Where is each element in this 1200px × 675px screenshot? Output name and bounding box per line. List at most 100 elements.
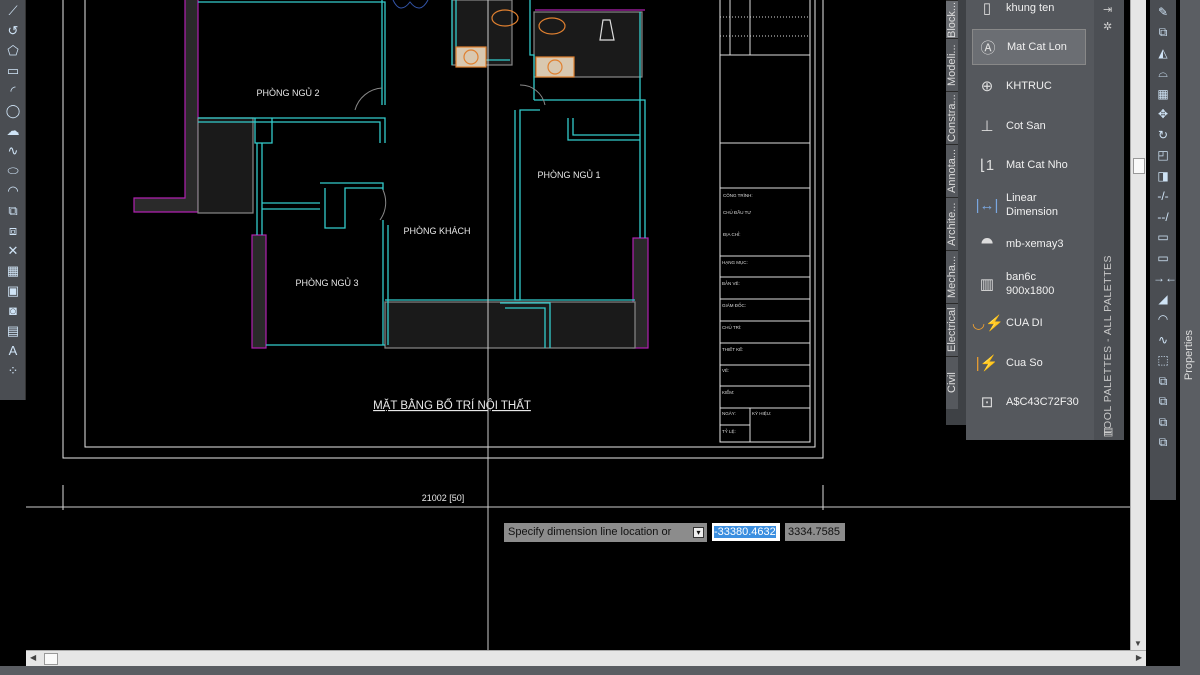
ellipse-arc-icon[interactable]: ◠ bbox=[3, 182, 23, 200]
palette-items: ▯ khung ten Ⓐ Mat Cat Lon ⊕ KHTRUC ⊥ Cot San… bbox=[966, 0, 1094, 440]
room-label: PHÒNG NGỦ 2 bbox=[256, 87, 319, 98]
blend-icon[interactable]: ∿ bbox=[1153, 331, 1173, 349]
draw-order-back-icon[interactable]: ⧉ bbox=[1153, 392, 1173, 410]
break-at-point-icon[interactable]: ▭ bbox=[1153, 249, 1173, 267]
polygon-icon[interactable]: ⬠ bbox=[3, 42, 23, 60]
item-label: mb-xemay3 bbox=[1006, 238, 1064, 250]
palette-item-block[interactable]: ⊡ A$C43C72F30 bbox=[972, 384, 1086, 420]
explode-icon[interactable]: ⬚ bbox=[1153, 351, 1173, 369]
palette-tabs: Block... Modeli... Constra... Annota... … bbox=[946, 0, 966, 425]
palette-item-cua-so[interactable]: |⚡ Cua So bbox=[972, 345, 1086, 381]
palette-item-ban6c[interactable]: ▥ ban6c 900x1800 bbox=[972, 266, 1086, 302]
bring-above-icon[interactable]: ⧉ bbox=[1153, 413, 1173, 431]
tab-annotation[interactable]: Annota... bbox=[946, 144, 958, 197]
item-label: Linear Dimension bbox=[1006, 192, 1058, 218]
palette-item-cot-san[interactable]: ⊥ Cot San bbox=[972, 108, 1086, 144]
palette-item-cua-di[interactable]: ◡⚡ CUA DI bbox=[972, 305, 1086, 341]
fillet-icon[interactable]: ◠ bbox=[1153, 310, 1173, 328]
palette-titlebar[interactable]: ⇥ ✲ TOOL PALETTES - ALL PALETTES ▤ bbox=[1094, 0, 1124, 440]
scroll-thumb[interactable] bbox=[44, 653, 58, 665]
offset-icon[interactable]: ⌓ bbox=[1153, 64, 1173, 82]
vertical-scrollbar[interactable]: ▼ bbox=[1130, 0, 1146, 650]
draw-toolbar: ⟋ ↺ ⬠ ▭ ◜ ◯ ☁ ∿ ⬭ ◠ ⧉ ⧈ ✕ ▦ ▣ ◙ ▤ A ⁘ bbox=[0, 0, 26, 400]
frame-icon: ▯ bbox=[982, 0, 992, 17]
x-value: -33380.4632 bbox=[714, 526, 776, 538]
label-ban-ve: BẢN VẼ: bbox=[722, 280, 740, 286]
stretch-icon[interactable]: ◨ bbox=[1153, 167, 1173, 185]
label-dia-chi: ĐỊA CHỈ: bbox=[723, 231, 741, 237]
arc-icon[interactable]: ◜ bbox=[3, 82, 23, 100]
tab-electrical[interactable]: Electrical bbox=[946, 303, 958, 356]
palette-menu-icon[interactable]: ▤ bbox=[1103, 425, 1113, 438]
horizontal-scrollbar[interactable]: ◀ ▶ bbox=[26, 650, 1146, 666]
gradient-icon[interactable]: ▣ bbox=[3, 282, 23, 300]
door-icon: ◡⚡ bbox=[972, 315, 1004, 332]
palette-item-linear-dimension[interactable]: |↔| Linear Dimension bbox=[972, 187, 1086, 223]
pin-icon[interactable]: ⇥ bbox=[1103, 3, 1112, 16]
join-icon[interactable]: →← bbox=[1153, 269, 1177, 287]
scroll-right-icon[interactable]: ▶ bbox=[1136, 653, 1142, 662]
table-icon[interactable]: ▤ bbox=[3, 322, 23, 340]
line-icon[interactable]: ⟋ bbox=[3, 2, 23, 20]
add-selected-icon[interactable]: ⁘ bbox=[3, 362, 23, 380]
tab-mechanical[interactable]: Mecha... bbox=[946, 250, 958, 303]
item-label: ban6c 900x1800 bbox=[1006, 271, 1055, 297]
palette-item-mat-cat-lon[interactable]: Ⓐ Mat Cat Lon bbox=[972, 29, 1086, 65]
scale-icon[interactable]: ◰ bbox=[1153, 146, 1173, 164]
y-coordinate-input[interactable]: 3334.7585 bbox=[785, 523, 845, 541]
point-icon[interactable]: ✕ bbox=[3, 242, 23, 260]
copy-icon[interactable]: ⧉ bbox=[1153, 23, 1173, 41]
prompt-text: Specify dimension line location or bbox=[508, 526, 672, 538]
spline-icon[interactable]: ∿ bbox=[3, 142, 23, 160]
text-icon[interactable]: A bbox=[3, 342, 23, 360]
chamfer-icon[interactable]: ◢ bbox=[1153, 290, 1173, 308]
scroll-thumb[interactable] bbox=[1133, 158, 1145, 174]
break-icon[interactable]: ▭ bbox=[1153, 228, 1173, 246]
tab-block[interactable]: Block... bbox=[946, 0, 958, 38]
ellipse-icon[interactable]: ⬭ bbox=[3, 162, 23, 180]
label-giam-doc: GIÁM ĐỐC: bbox=[722, 302, 746, 308]
hatch-icon[interactable]: ▦ bbox=[3, 262, 23, 280]
room-label: PHÒNG NGỦ 1 bbox=[537, 169, 600, 180]
revcloud-icon[interactable]: ☁ bbox=[3, 122, 23, 140]
scroll-down-icon[interactable]: ▼ bbox=[1134, 639, 1142, 648]
title-block bbox=[720, 0, 810, 442]
motorbike-icon: ⯊ bbox=[981, 235, 993, 253]
item-label: Mat Cat Lon bbox=[1007, 41, 1067, 53]
palette-title: TOOL PALETTES - ALL PALETTES bbox=[1102, 255, 1114, 436]
tab-civil[interactable]: Civil bbox=[946, 356, 958, 409]
region-icon[interactable]: ◙ bbox=[3, 302, 23, 320]
table-icon: ▥ bbox=[979, 276, 995, 293]
move-icon[interactable]: ✥ bbox=[1153, 105, 1173, 123]
draw-order-front-icon[interactable]: ⧉ bbox=[1153, 372, 1173, 390]
palette-item-mat-cat-nho[interactable]: ⌊1 Mat Cat Nho bbox=[972, 147, 1086, 183]
options-down-icon[interactable]: ▾ bbox=[693, 527, 704, 538]
settings-icon[interactable]: ✲ bbox=[1103, 20, 1112, 33]
linear-dimension-icon: |↔| bbox=[975, 196, 999, 214]
erase-icon[interactable]: ✎ bbox=[1153, 3, 1173, 21]
palette-item-khtruc[interactable]: ⊕ KHTRUC bbox=[972, 68, 1086, 104]
trim-icon[interactable]: -/- bbox=[1153, 187, 1173, 205]
properties-panel-tab[interactable]: Properties bbox=[1180, 0, 1200, 675]
scroll-left-icon[interactable]: ◀ bbox=[30, 653, 36, 662]
item-label: Cua So bbox=[1006, 357, 1043, 369]
polyline-icon[interactable]: ↺ bbox=[3, 22, 23, 40]
tab-architectural[interactable]: Archite... bbox=[946, 197, 958, 250]
tab-constraints[interactable]: Constra... bbox=[946, 91, 958, 144]
title-block-labels: CÔNG TRÌNH: CHỦ ĐẦU TƯ ĐỊA CHỈ: HẠNG MỤC… bbox=[722, 192, 771, 434]
palette-item-mb-xemay3[interactable]: ⯊ mb-xemay3 bbox=[972, 226, 1086, 262]
item-label: Mat Cat Nho bbox=[1006, 159, 1068, 171]
x-coordinate-input[interactable]: -33380.4632 bbox=[712, 523, 780, 541]
tab-modeling[interactable]: Modeli... bbox=[946, 38, 958, 91]
rectangle-icon[interactable]: ▭ bbox=[3, 62, 23, 80]
array-icon[interactable]: ▦ bbox=[1153, 85, 1173, 103]
mirror-icon[interactable]: ◭ bbox=[1153, 44, 1173, 62]
extend-icon[interactable]: --/ bbox=[1153, 208, 1173, 226]
rotate-icon[interactable]: ↻ bbox=[1153, 126, 1173, 144]
circle-icon[interactable]: ◯ bbox=[3, 102, 23, 120]
insert-block-icon[interactable]: ⧉ bbox=[3, 202, 23, 220]
send-under-icon[interactable]: ⧉ bbox=[1153, 433, 1173, 451]
make-block-icon[interactable]: ⧈ bbox=[3, 222, 23, 240]
status-bar bbox=[0, 666, 1200, 675]
palette-item-khung-ten[interactable]: ▯ khung ten bbox=[972, 0, 1086, 26]
